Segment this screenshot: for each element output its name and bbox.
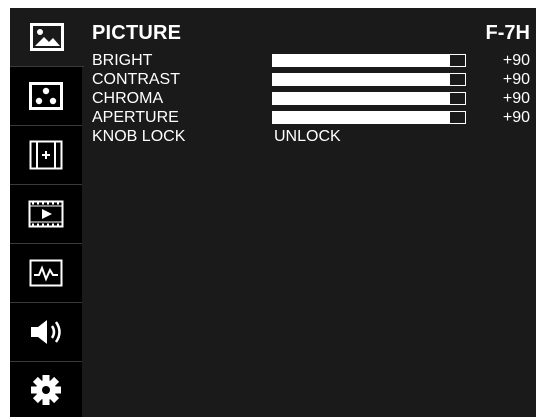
aperture-slider[interactable] (272, 111, 466, 124)
setting-row-knob-lock[interactable]: KNOB LOCK UNLOCK (92, 128, 530, 146)
gear-icon (30, 374, 62, 406)
sidebar-item-marker[interactable] (10, 126, 82, 185)
sidebar-item-picture[interactable] (10, 8, 84, 67)
slider-fill (273, 93, 450, 104)
monitor-osd: PICTURE F-7H BRIGHT +90 CONTRAST +90 CHR… (10, 8, 536, 417)
knob-lock-value[interactable]: UNLOCK (274, 128, 341, 146)
sidebar-item-playback[interactable] (10, 185, 82, 244)
setting-row-bright[interactable]: BRIGHT +90 (92, 52, 530, 70)
speaker-icon (28, 317, 64, 347)
setting-value: +90 (502, 71, 530, 88)
setting-label: KNOB LOCK (92, 128, 186, 145)
setting-row-aperture[interactable]: APERTURE +90 (92, 109, 530, 127)
slider-fill (273, 112, 450, 123)
slider-fill (273, 74, 450, 85)
setting-label: CONTRAST (92, 71, 180, 88)
setting-value: +90 (502, 52, 530, 69)
setting-row-contrast[interactable]: CONTRAST +90 (92, 71, 530, 89)
sidebar-item-waveform[interactable] (10, 244, 82, 303)
contrast-slider[interactable] (272, 73, 466, 86)
marker-icon (29, 140, 63, 170)
sidebar-item-setup[interactable] (10, 362, 82, 417)
setting-label: APERTURE (92, 109, 179, 126)
picture-icon (30, 23, 64, 51)
film-icon (28, 200, 64, 228)
setting-value: +90 (502, 109, 530, 126)
setting-row-chroma[interactable]: CHROMA +90 (92, 90, 530, 108)
bright-slider[interactable] (272, 54, 466, 67)
menu-sidebar (10, 8, 84, 417)
chroma-slider[interactable] (272, 92, 466, 105)
setting-value: +90 (502, 90, 530, 107)
setting-label: CHROMA (92, 90, 164, 107)
sidebar-item-audio[interactable] (10, 303, 82, 362)
page-title: PICTURE (92, 22, 182, 44)
setting-label: BRIGHT (92, 52, 153, 69)
slider-fill (273, 55, 450, 66)
sidebar-item-color[interactable] (10, 67, 82, 126)
waveform-icon (29, 259, 63, 287)
color-dots-icon (29, 82, 63, 110)
model-name: F-7H (485, 22, 530, 44)
